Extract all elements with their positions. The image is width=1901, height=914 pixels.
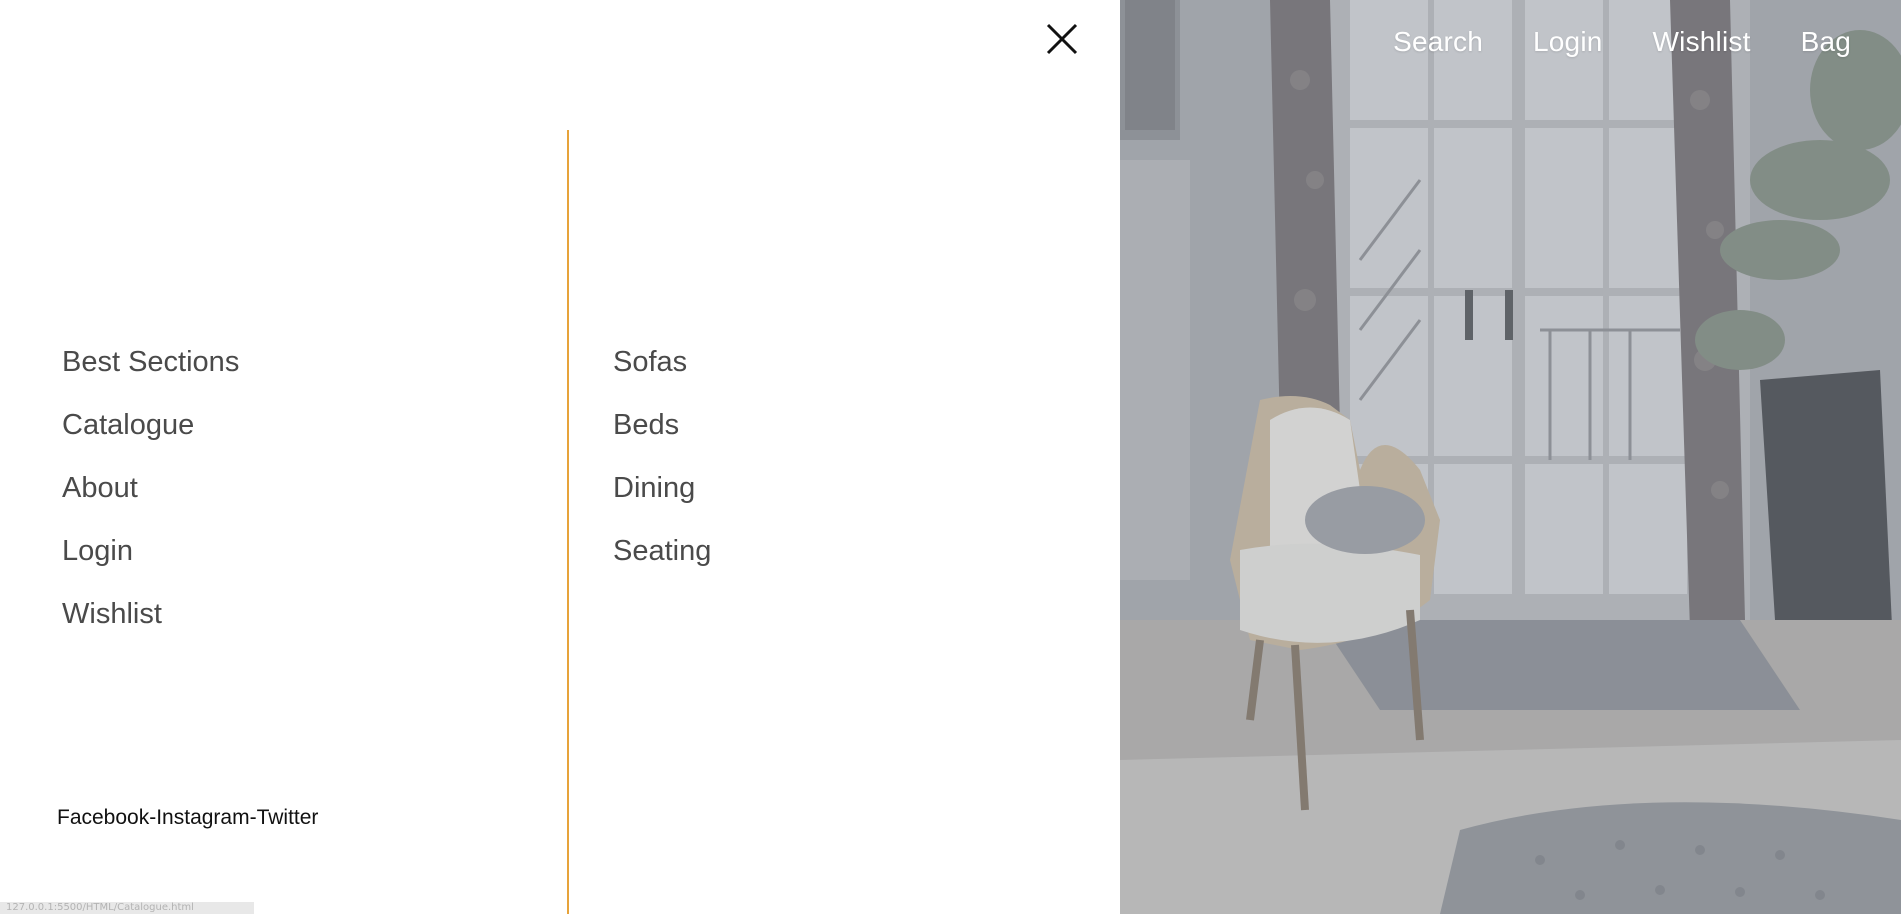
category-link[interactable]: Dining (613, 472, 695, 504)
menu-item-wishlist: Wishlist (62, 583, 239, 646)
menu-link[interactable]: Catalogue (62, 409, 194, 441)
menu-link[interactable]: Best Sections (62, 346, 239, 378)
menu-link[interactable]: About (62, 472, 138, 504)
menu-item-login: Login (62, 520, 239, 583)
top-navigation: Search Login Wishlist Bag (1393, 26, 1851, 58)
menu-item-best-sections: Best Sections (62, 331, 239, 394)
menu-item-about: About (62, 457, 239, 520)
nav-login-link[interactable]: Login (1533, 26, 1603, 58)
category-item-sofas: Sofas (613, 331, 711, 394)
nav-search-link[interactable]: Search (1393, 26, 1483, 58)
menu-link[interactable]: Wishlist (62, 598, 162, 630)
menu-item-catalogue: Catalogue (62, 394, 239, 457)
category-link[interactable]: Seating (613, 535, 711, 567)
photo-overlay (1120, 0, 1901, 914)
close-button[interactable] (1045, 22, 1079, 56)
category-item-beds: Beds (613, 394, 711, 457)
background-photo (1120, 0, 1901, 914)
category-link[interactable]: Beds (613, 409, 679, 441)
primary-menu: Best Sections Catalogue About Login Wish… (62, 331, 239, 646)
menu-panel: Best Sections Catalogue About Login Wish… (0, 0, 1120, 914)
nav-bag-link[interactable]: Bag (1801, 26, 1851, 58)
social-links[interactable]: Facebook-Instagram-Twitter (57, 806, 318, 830)
menu-link[interactable]: Login (62, 535, 133, 567)
category-item-seating: Seating (613, 520, 711, 583)
menu-divider (567, 130, 569, 914)
close-icon (1046, 23, 1078, 55)
category-link[interactable]: Sofas (613, 346, 687, 378)
category-item-dining: Dining (613, 457, 711, 520)
status-bar-url: 127.0.0.1:5500/HTML/Catalogue.html (0, 902, 254, 914)
nav-wishlist-link[interactable]: Wishlist (1653, 26, 1751, 58)
category-menu: Sofas Beds Dining Seating (613, 331, 711, 583)
